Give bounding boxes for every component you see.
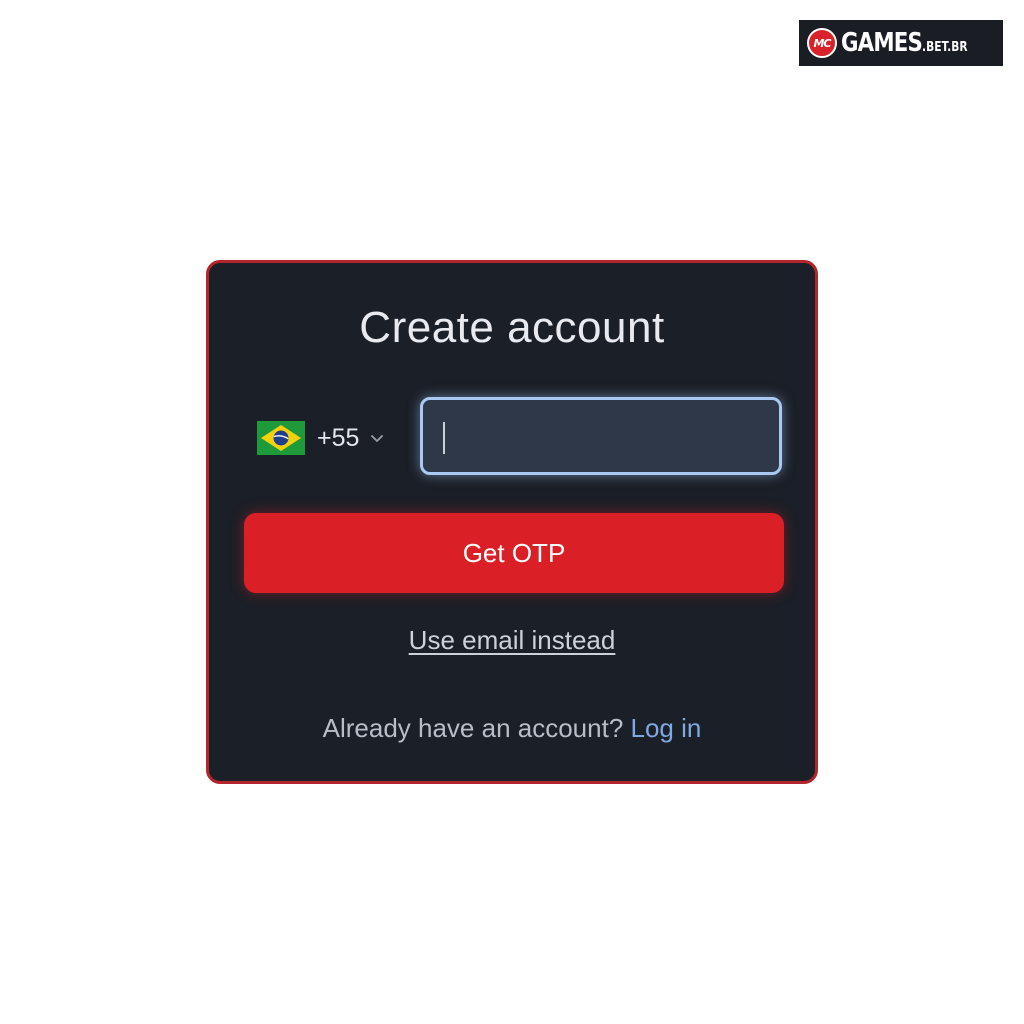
text-caret [443,422,445,454]
login-link[interactable]: Log in [631,713,702,743]
chevron-down-icon[interactable] [369,430,385,446]
get-otp-button[interactable]: Get OTP [244,513,784,593]
country-selector[interactable]: +55 [257,418,385,458]
phone-input[interactable] [423,400,779,472]
dial-code: +55 [317,423,360,452]
brazil-flag-icon [257,421,305,455]
phone-field[interactable] [420,397,782,475]
brand-logo: MC GAMES.BET.BR [799,20,1003,66]
brand-badge-text: MC [813,36,831,50]
brand-logo-main: GAMES [841,28,923,58]
page-title: Create account [359,303,665,352]
brand-badge-icon: MC [807,28,837,58]
use-email-link[interactable]: Use email instead [209,625,815,656]
login-prompt-text: Already have an account? [322,713,624,743]
brand-logo-suffix: .BET.BR [922,40,968,55]
page: MC GAMES.BET.BR Create account +55 Get O… [0,0,1024,1024]
login-prompt-line: Already have an account? Log in [209,713,815,744]
brand-logo-text: GAMES.BET.BR [841,30,968,56]
signup-card: Create account +55 Get OTP Use email ins… [206,260,818,784]
